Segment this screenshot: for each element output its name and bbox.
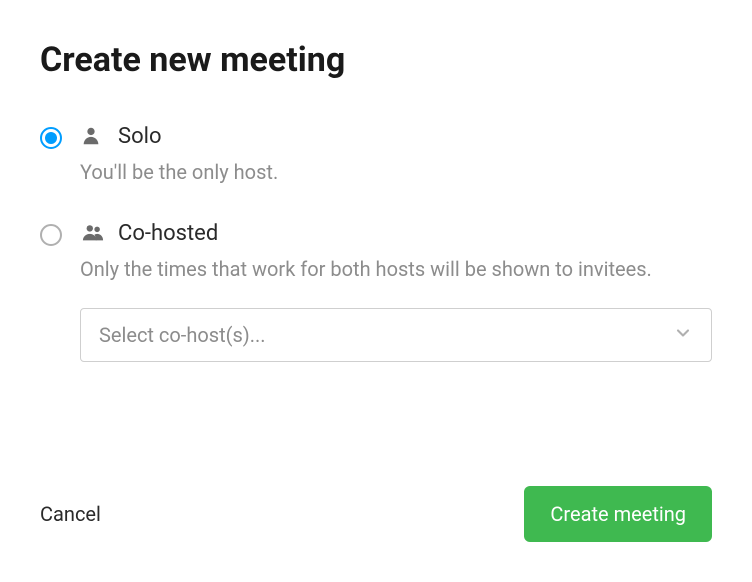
option-solo-label: Solo <box>118 124 162 149</box>
create-meeting-button[interactable]: Create meeting <box>524 486 712 542</box>
cancel-button[interactable]: Cancel <box>40 502 101 526</box>
page-title: Create new meeting <box>40 40 712 80</box>
person-icon <box>80 125 104 149</box>
radio-solo[interactable] <box>40 127 62 149</box>
dialog-actions: Cancel Create meeting <box>40 486 712 542</box>
cohost-select[interactable]: Select co-host(s)... <box>80 308 712 362</box>
option-cohosted-body: Co-hosted Only the times that work for b… <box>80 221 712 362</box>
option-cohosted-description: Only the times that work for both hosts … <box>80 254 712 284</box>
cohost-select-placeholder: Select co-host(s)... <box>99 323 266 347</box>
people-icon <box>80 222 104 246</box>
host-options: Solo You'll be the only host. Co-hosted … <box>40 124 712 456</box>
option-solo[interactable]: Solo You'll be the only host. <box>40 124 712 187</box>
option-cohosted[interactable]: Co-hosted Only the times that work for b… <box>40 221 712 362</box>
option-cohosted-label: Co-hosted <box>118 221 218 246</box>
option-solo-description: You'll be the only host. <box>80 157 712 187</box>
option-solo-body: Solo You'll be the only host. <box>80 124 712 187</box>
option-cohosted-header: Co-hosted <box>80 221 712 246</box>
chevron-down-icon <box>673 323 693 347</box>
radio-cohosted[interactable] <box>40 224 62 246</box>
option-solo-header: Solo <box>80 124 712 149</box>
